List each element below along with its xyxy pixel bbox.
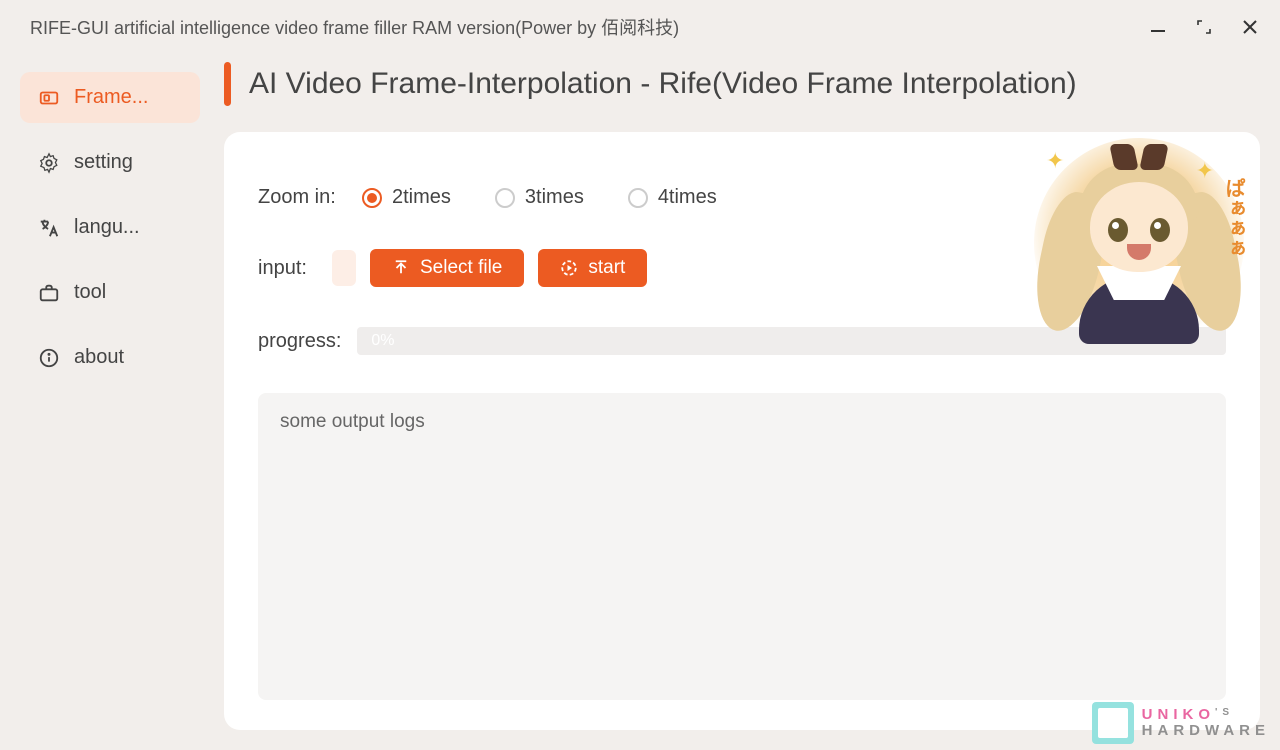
sidebar-item-tool[interactable]: tool — [20, 267, 200, 318]
radio-3times[interactable]: 3times — [495, 186, 584, 209]
select-file-button[interactable]: Select file — [370, 249, 524, 287]
watermark: UNIKO'S HARDWARE — [1092, 702, 1270, 744]
radio-4times[interactable]: 4times — [628, 186, 717, 209]
content: AI Video Frame-Interpolation - Rife(Vide… — [224, 56, 1260, 730]
input-label: input: — [258, 257, 318, 280]
watermark-text: UNIKO'S HARDWARE — [1142, 707, 1270, 740]
upload-icon — [392, 259, 410, 277]
briefcase-icon — [38, 282, 60, 304]
sidebar-item-label: langu... — [74, 216, 140, 239]
info-icon — [38, 347, 60, 369]
sidebar-item-setting[interactable]: setting — [20, 137, 200, 188]
output-logs: some output logs — [258, 393, 1226, 700]
mascot-image: ✦✦✦ ぱぁぁぁ — [1034, 138, 1244, 348]
gear-icon — [38, 152, 60, 174]
titlebar: RIFE-GUI artificial intelligence video f… — [0, 0, 1280, 46]
frame-icon — [38, 87, 60, 109]
sidebar-item-label: tool — [74, 281, 106, 304]
radio-label: 3times — [525, 186, 584, 209]
close-icon[interactable] — [1238, 15, 1262, 39]
window-title: RIFE-GUI artificial intelligence video f… — [30, 14, 679, 40]
logs-text: some output logs — [280, 411, 425, 432]
radio-label: 4times — [658, 186, 717, 209]
sidebar-item-label: setting — [74, 151, 133, 174]
window-controls — [1146, 15, 1262, 39]
mascot-speech: ぱぁぁぁ — [1219, 178, 1248, 258]
sidebar-item-label: about — [74, 346, 124, 369]
progress-label: progress: — [258, 330, 341, 353]
minimize-icon[interactable] — [1146, 15, 1170, 39]
button-label: start — [588, 257, 625, 279]
page-title: AI Video Frame-Interpolation - Rife(Vide… — [249, 67, 1077, 101]
sidebar-item-language[interactable]: langu... — [20, 202, 200, 253]
accent-bar — [224, 62, 231, 106]
sidebar-item-about[interactable]: about — [20, 332, 200, 383]
radio-2times[interactable]: 2times — [362, 186, 451, 209]
sidebar-item-label: Frame... — [74, 86, 148, 109]
progress-text: 0% — [371, 332, 394, 350]
start-button[interactable]: start — [538, 249, 647, 287]
page-header: AI Video Frame-Interpolation - Rife(Vide… — [224, 56, 1260, 106]
sidebar-item-frame[interactable]: Frame... — [20, 72, 200, 123]
translate-icon — [38, 217, 60, 239]
watermark-badge-icon — [1092, 702, 1134, 744]
radio-label: 2times — [392, 186, 451, 209]
maximize-icon[interactable] — [1192, 15, 1216, 39]
main-card: ✦✦✦ ぱぁぁぁ Zoom in: 2times 3times — [224, 132, 1260, 730]
input-field[interactable] — [332, 250, 356, 286]
play-icon — [560, 259, 578, 277]
zoom-label: Zoom in: — [258, 186, 348, 209]
button-label: Select file — [420, 257, 502, 279]
sidebar: Frame... setting langu... tool about — [20, 56, 200, 730]
